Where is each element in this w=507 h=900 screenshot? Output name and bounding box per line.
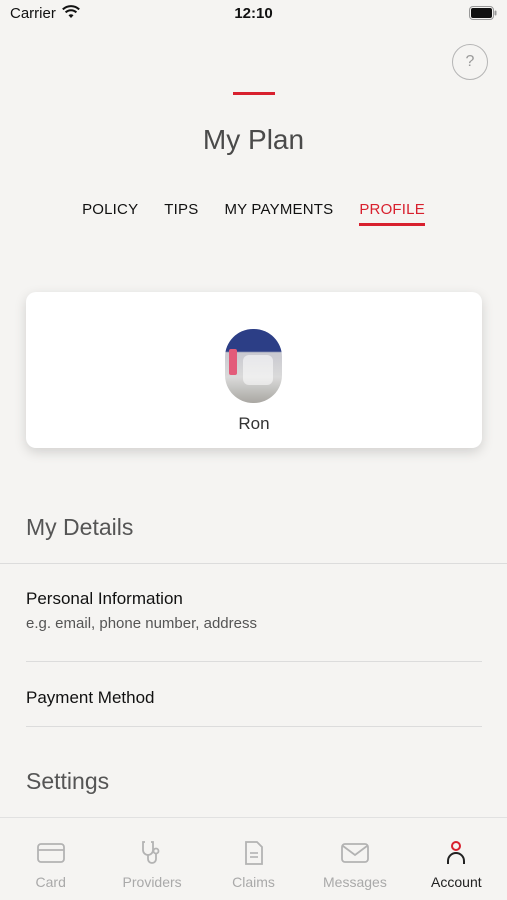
payment-method-row[interactable]: Payment Method <box>26 688 482 708</box>
nav-providers[interactable]: Providers <box>101 818 202 900</box>
row-divider <box>26 661 482 662</box>
nav-claims[interactable]: Claims <box>203 818 304 900</box>
avatar-photo-detail <box>229 349 237 375</box>
tab-profile[interactable]: PROFILE <box>359 201 425 226</box>
bottom-nav: Card Providers Claims Messages Account <box>0 817 507 900</box>
avatar[interactable] <box>225 329 282 403</box>
card-icon <box>36 840 66 866</box>
profile-card: Ron <box>26 292 482 448</box>
payment-method-title: Payment Method <box>26 688 155 707</box>
nav-messages-label: Messages <box>323 874 387 890</box>
battery-icon <box>469 6 497 20</box>
my-details-heading: My Details <box>26 514 134 540</box>
avatar-photo-highlight <box>243 355 273 385</box>
row-divider <box>26 726 482 727</box>
clock: 12:10 <box>234 5 273 22</box>
page-title: My Plan <box>202 124 305 155</box>
tab-tips[interactable]: TIPS <box>164 201 198 226</box>
envelope-icon <box>340 840 370 866</box>
section-divider <box>0 563 507 564</box>
personal-information-row[interactable]: Personal Information e.g. email, phone n… <box>26 589 482 632</box>
nav-card-label: Card <box>35 874 66 890</box>
nav-account[interactable]: Account <box>406 818 507 900</box>
tab-bar: POLICY TIPS MY PAYMENTS PROFILE <box>0 201 507 226</box>
tab-policy[interactable]: POLICY <box>82 201 138 226</box>
title-accent-bar <box>233 92 275 95</box>
nav-messages[interactable]: Messages <box>304 818 405 900</box>
personal-information-title: Personal Information <box>26 589 183 608</box>
nav-claims-label: Claims <box>232 874 275 890</box>
stethoscope-icon <box>137 840 167 866</box>
nav-providers-label: Providers <box>122 874 182 890</box>
document-icon <box>239 840 269 866</box>
settings-heading: Settings <box>26 768 110 794</box>
personal-information-subtitle: e.g. email, phone number, address <box>26 615 257 632</box>
help-button[interactable]: ? <box>452 44 488 80</box>
person-icon <box>441 840 471 866</box>
help-icon: ? <box>465 53 475 70</box>
profile-name: Ron <box>238 414 270 433</box>
screen: Carrier 12:10 ? My Plan POLICY TIPS MY P… <box>0 0 507 900</box>
tab-my-payments[interactable]: MY PAYMENTS <box>224 201 333 226</box>
nav-card[interactable]: Card <box>0 818 101 900</box>
status-bar: Carrier 12:10 <box>0 0 507 30</box>
nav-account-label: Account <box>431 874 482 890</box>
